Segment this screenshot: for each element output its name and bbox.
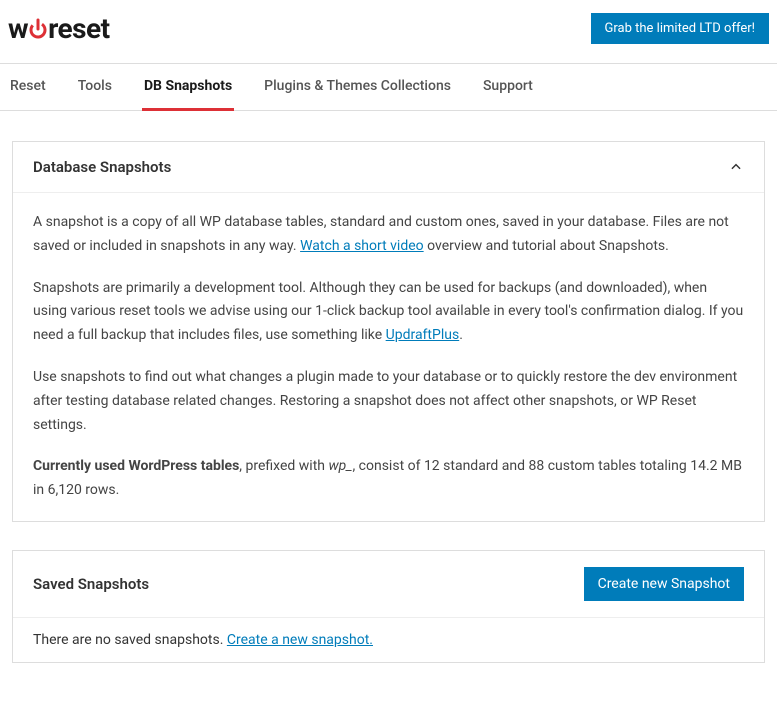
no-snapshots-text: There are no saved snapshots. — [33, 632, 227, 648]
create-snapshot-button[interactable]: Create new Snapshot — [584, 567, 744, 601]
current-tables-label: Currently used WordPress tables — [33, 458, 239, 474]
create-snapshot-link[interactable]: Create a new snapshot. — [227, 632, 373, 648]
database-snapshots-body: A snapshot is a copy of all WP database … — [13, 193, 764, 521]
current-tables-text: Currently used WordPress tables, prefixe… — [33, 455, 744, 503]
saved-snapshots-body: There are no saved snapshots. Create a n… — [13, 618, 764, 662]
updraftplus-link[interactable]: UpdraftPlus — [386, 327, 460, 343]
watch-video-link[interactable]: Watch a short video — [300, 238, 424, 254]
saved-snapshots-title: Saved Snapshots — [33, 575, 149, 593]
snapshot-dev-tool-text: Snapshots are primarily a development to… — [33, 277, 744, 348]
saved-snapshots-panel: Saved Snapshots Create new Snapshot Ther… — [12, 550, 765, 663]
tab-reset[interactable]: Reset — [8, 64, 48, 111]
page-header: wreset Grab the limited LTD offer! — [0, 0, 777, 63]
snapshot-usage-text: Use snapshots to find out what changes a… — [33, 366, 744, 437]
logo-text-prefix: w — [8, 12, 28, 45]
logo-text-p — [28, 12, 48, 45]
tab-db-snapshots[interactable]: DB Snapshots — [142, 64, 234, 111]
database-snapshots-title: Database Snapshots — [33, 158, 171, 176]
wpreset-logo: wreset — [8, 12, 110, 45]
tab-bar: Reset Tools DB Snapshots Plugins & Theme… — [0, 63, 777, 111]
database-snapshots-panel: Database Snapshots A snapshot is a copy … — [12, 141, 765, 522]
logo-text-suffix: reset — [48, 12, 110, 45]
database-snapshots-header[interactable]: Database Snapshots — [13, 142, 764, 193]
content-area: Database Snapshots A snapshot is a copy … — [0, 111, 777, 703]
snapshot-intro-text: A snapshot is a copy of all WP database … — [33, 211, 744, 259]
tab-plugins-themes[interactable]: Plugins & Themes Collections — [262, 64, 453, 111]
saved-snapshots-header: Saved Snapshots Create new Snapshot — [13, 551, 764, 618]
chevron-up-icon — [728, 159, 744, 175]
tab-support[interactable]: Support — [481, 64, 535, 111]
table-prefix: wp_ — [328, 458, 352, 474]
ltd-offer-button[interactable]: Grab the limited LTD offer! — [591, 13, 769, 44]
tab-tools[interactable]: Tools — [76, 64, 114, 111]
